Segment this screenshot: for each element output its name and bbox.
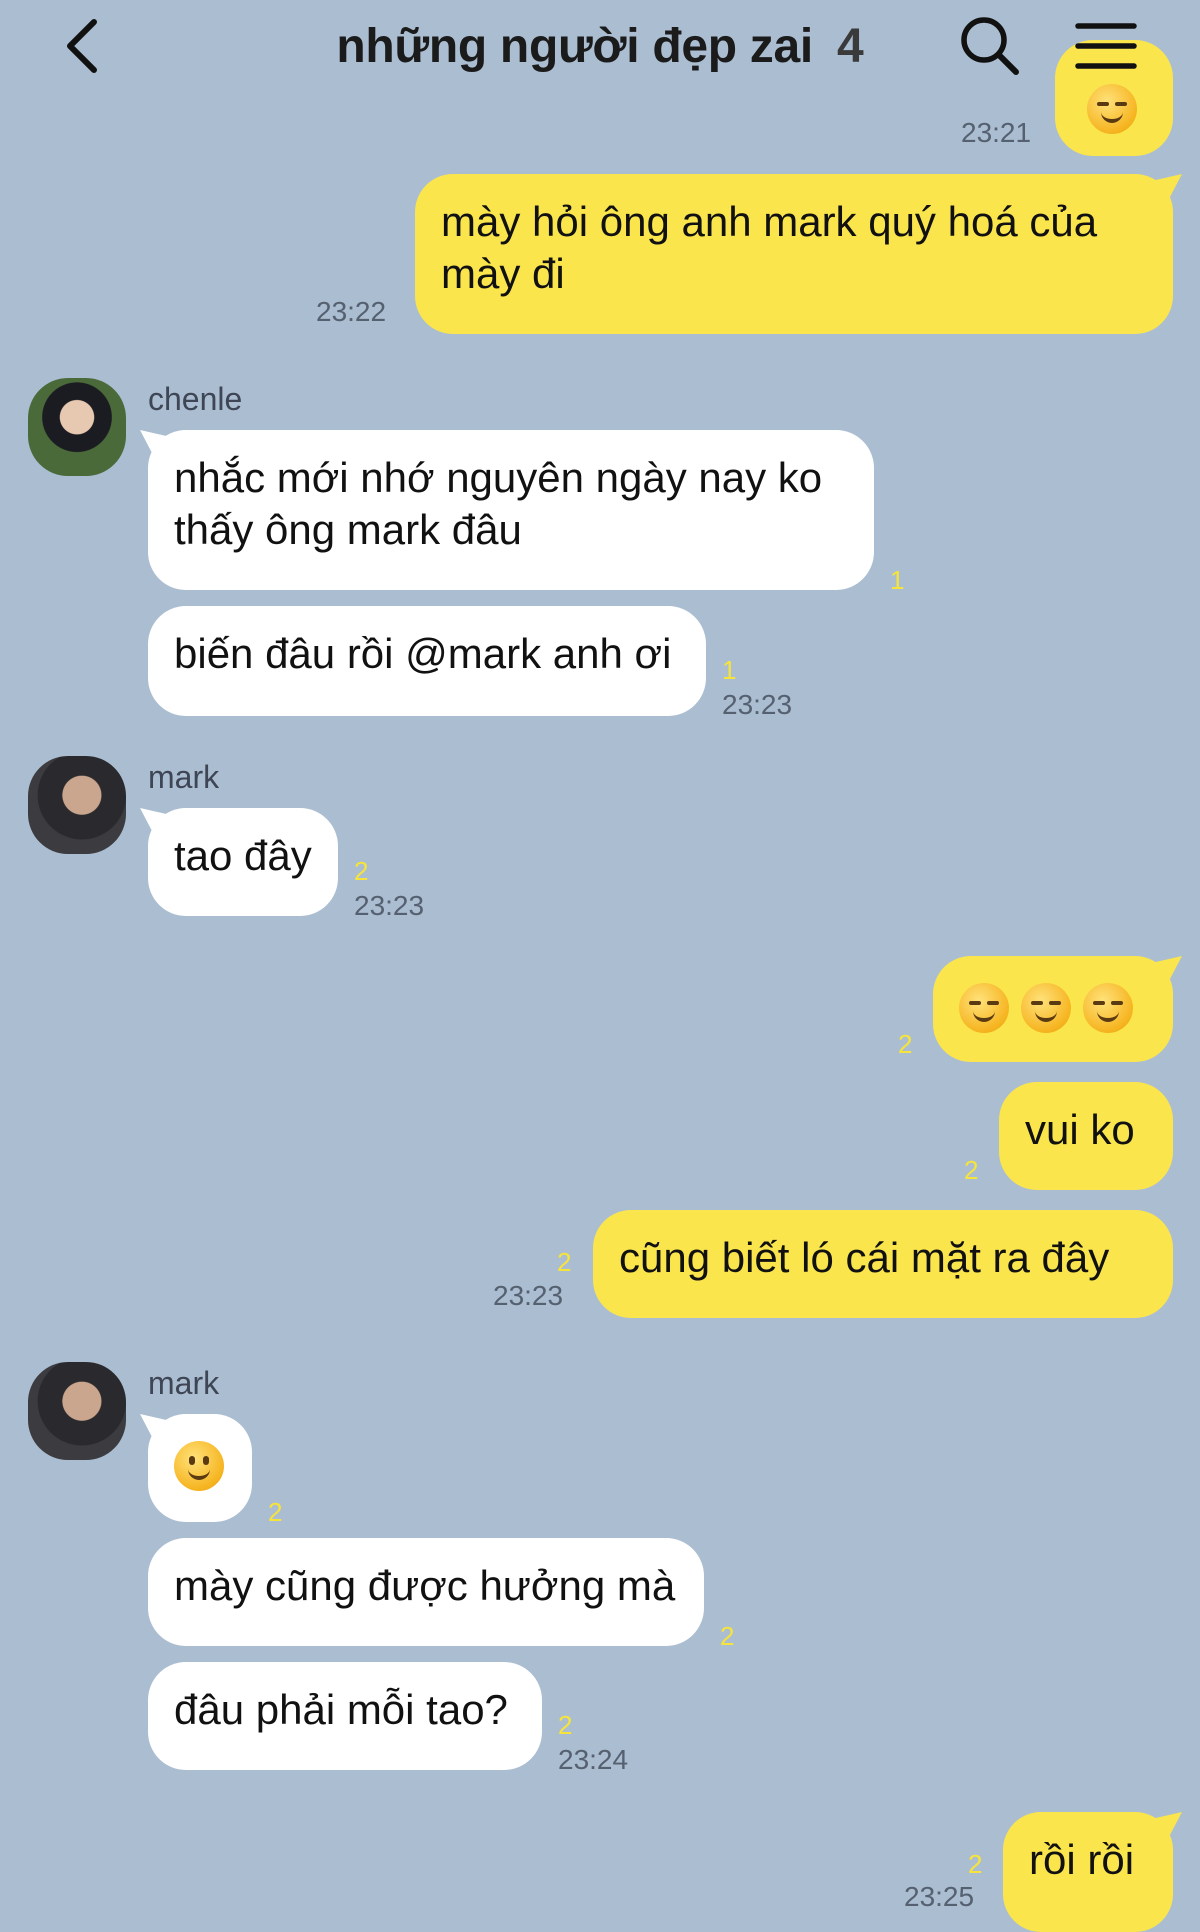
search-icon [961, 17, 1019, 75]
message-time: 23:21 [961, 117, 1032, 148]
message-bubble-incoming[interactable] [148, 1414, 252, 1522]
smirking-face-emoji-icon [1083, 982, 1133, 1033]
chat-title: những người đẹp zai [336, 19, 813, 73]
sender-name: chenle [148, 381, 243, 417]
message-bubble-incoming[interactable]: nhắc mới nhớ nguyên ngày nay ko thấy ông… [148, 430, 874, 590]
chat-title-group[interactable]: những người đẹp zai 4 [336, 19, 863, 74]
unread-count: 1 [890, 565, 905, 595]
menu-button[interactable] [1074, 18, 1138, 74]
chat-header: những người đẹp zai 4 [0, 0, 1200, 96]
message-text: mày cũng được hưởng mà [174, 1562, 676, 1609]
unread-count: 1 [722, 655, 737, 685]
message-text: cũng biết ló cái mặt ra đây [619, 1234, 1110, 1281]
message-bubble-incoming[interactable]: biến đâu rồi @mark anh ơi [148, 606, 706, 716]
message-text: biến đâu rồi @mark anh ơi [174, 630, 672, 677]
message-bubble-outgoing[interactable]: mày hỏi ông anh mark quý hoá của mày đi [415, 174, 1173, 334]
slightly-smiling-face-emoji-icon [174, 1440, 224, 1491]
message-text: mày hỏi ông anh mark quý hoá của mày đi [441, 198, 1098, 297]
message-bubble-outgoing[interactable] [933, 956, 1173, 1062]
avatar-mark[interactable] [28, 756, 126, 854]
search-button[interactable] [958, 14, 1024, 80]
message-text: vui ko [1025, 1106, 1135, 1153]
hamburger-menu-icon [1075, 23, 1137, 69]
message-time: 23:23 [354, 890, 425, 921]
message-bubble-incoming[interactable]: mày cũng được hưởng mà [148, 1538, 704, 1646]
message-text: nhắc mới nhớ nguyên ngày nay ko thấy ông… [174, 454, 823, 553]
unread-count: 2 [268, 1497, 283, 1527]
back-chevron-icon [67, 19, 97, 73]
sender-name: mark [148, 759, 220, 795]
message-bubble-outgoing[interactable]: rồi rồi [1003, 1812, 1173, 1932]
unread-count: 2 [354, 856, 369, 886]
message-bubble-outgoing[interactable]: cũng biết ló cái mặt ra đây [593, 1210, 1173, 1318]
message-text: rồi rồi [1029, 1836, 1135, 1883]
message-text: đâu phải mỗi tao? [174, 1686, 508, 1733]
back-button[interactable] [52, 14, 112, 78]
unread-count: 2 [898, 1029, 913, 1059]
message-time: 23:25 [904, 1881, 975, 1912]
message-time: 23:23 [493, 1280, 564, 1311]
unread-count: 2 [964, 1155, 979, 1185]
unread-count: 2 [968, 1849, 983, 1879]
message-time: 23:23 [722, 689, 793, 720]
avatar-mark[interactable] [28, 1362, 126, 1460]
smirking-face-emoji-icon [1021, 982, 1071, 1033]
message-time: 23:22 [316, 296, 387, 327]
member-count: 4 [836, 19, 864, 73]
message-time: 23:24 [558, 1744, 629, 1775]
unread-count: 2 [720, 1621, 735, 1651]
avatar-chenle[interactable] [28, 378, 126, 476]
unread-count: 2 [558, 1710, 573, 1740]
unread-count: 2 [557, 1247, 572, 1277]
smirking-face-emoji-icon [959, 982, 1009, 1033]
message-bubble-outgoing[interactable]: vui ko [999, 1082, 1173, 1190]
sender-name: mark [148, 1365, 220, 1401]
message-bubble-incoming[interactable]: tao đây [148, 808, 338, 916]
message-bubble-incoming[interactable]: đâu phải mỗi tao? [148, 1662, 542, 1770]
message-text: tao đây [174, 832, 312, 879]
